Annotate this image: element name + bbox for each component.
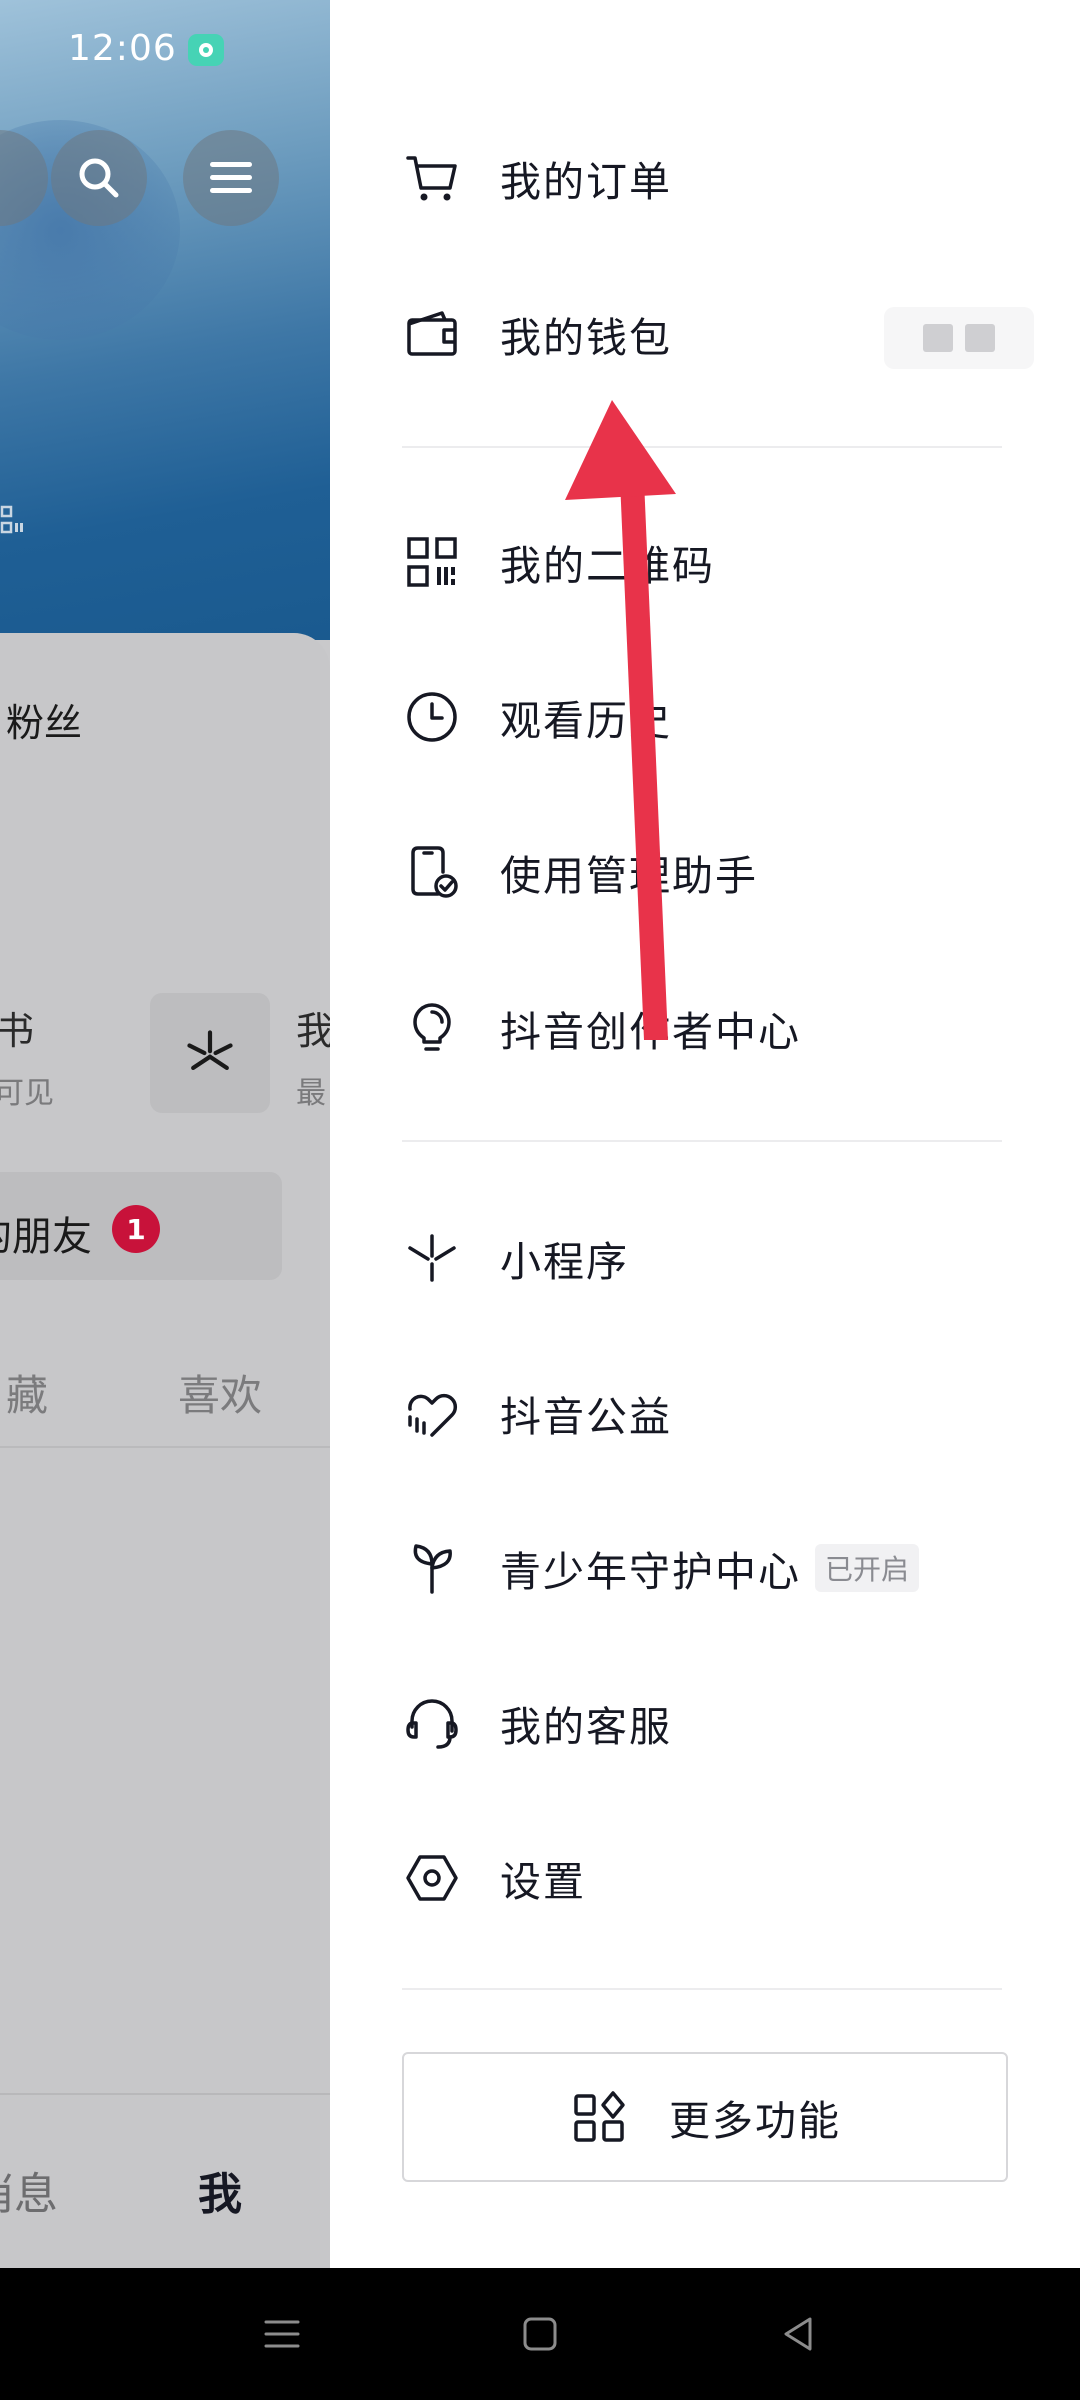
menu-label-settings: 设置: [500, 1858, 586, 1906]
search-icon: [79, 158, 119, 198]
side-drawer: 我的订单 我的钱包 我的二维码 观看历史 使用管理助手 抖音创作者中心 小程序 …: [330, 0, 1080, 2268]
hamburger-icon: [210, 162, 252, 193]
menu-label-watch-history: 观看历史: [500, 697, 672, 745]
tab-favorites[interactable]: 藏: [6, 1362, 48, 1423]
lightbulb-icon: [413, 1003, 451, 1051]
profile-cover-image: [0, 0, 330, 640]
menu-item-usage-assistant[interactable]: 使用管理助手: [402, 820, 1022, 924]
tab-likes[interactable]: 喜欢: [178, 1362, 262, 1423]
phone-check-icon: [411, 846, 458, 898]
profile-card: [0, 633, 330, 2268]
menu-item-settings[interactable]: 设置: [402, 1826, 1022, 1930]
system-navigation-bar: [0, 2268, 1080, 2400]
tile1-title: 书: [0, 1009, 35, 1053]
mini-program-tile[interactable]: [150, 993, 270, 1113]
search-button[interactable]: [51, 130, 147, 226]
tile2-title: 我: [296, 1009, 330, 1053]
bottom-tab-me[interactable]: 我: [198, 2158, 242, 2222]
nav-home-icon: [523, 2317, 557, 2351]
menu-item-watch-history[interactable]: 观看历史: [402, 665, 1022, 769]
nav-back-button[interactable]: [768, 2304, 828, 2364]
nav-home-button[interactable]: [510, 2304, 570, 2364]
mini-program-icon: [187, 1030, 233, 1071]
menu-item-my-orders[interactable]: 我的订单: [402, 126, 1022, 230]
tile1-subtitle: 可见: [0, 1076, 54, 1111]
divider-2: [402, 1140, 1002, 1142]
divider-1: [402, 446, 1002, 448]
youth-mode-status-tag: 已开启: [815, 1544, 920, 1592]
menu-item-creator-center[interactable]: 抖音创作者中心: [402, 976, 1022, 1080]
menu-item-mini-programs[interactable]: 小程序: [402, 1206, 1022, 1310]
wallet-icon: [407, 311, 457, 356]
menu-label-customer-service: 我的客服: [500, 1703, 672, 1751]
more-features-button[interactable]: 更多功能: [402, 2052, 1008, 2182]
menu-label-douyin-charity: 抖音公益: [500, 1393, 672, 1441]
friends-badge: 1: [112, 1205, 160, 1253]
more-features-label: 更多功能: [669, 2097, 841, 2145]
bottom-tab-divider: [0, 2093, 330, 2095]
menu-item-customer-service[interactable]: 我的客服: [402, 1671, 1022, 1775]
menu-item-douyin-charity[interactable]: 抖音公益: [402, 1361, 1022, 1465]
menu-label-youth-protection: 青少年守护中心: [500, 1548, 801, 1596]
clock-icon: [407, 692, 457, 742]
nav-back-icon: [784, 2317, 812, 2351]
wallet-balance-blurred: [884, 307, 1034, 369]
menu-label-my-qr-code: 我的二维码: [500, 542, 715, 590]
charity-heart-icon: [408, 1393, 458, 1437]
menu-item-youth-protection[interactable]: 青少年守护中心 已开启: [402, 1516, 1022, 1620]
tile2-subtitle: 最: [296, 1076, 326, 1111]
tab-divider: [0, 1446, 330, 1448]
cart-icon: [406, 156, 457, 201]
apps-grid-icon: [574, 2091, 625, 2142]
headset-icon: [406, 1699, 458, 1749]
profile-background: 12:06 粉丝 书 可见 我 最 朋友 1 藏 喜欢 息 我: [0, 0, 330, 2268]
qr-shortcut-icon[interactable]: [0, 505, 24, 537]
settings-hexagon-icon: [406, 1855, 458, 1901]
menu-label-my-orders: 我的订单: [500, 158, 672, 206]
menu-label-creator-center: 抖音创作者中心: [500, 1008, 801, 1056]
menu-label-usage-assistant: 使用管理助手: [500, 852, 758, 900]
fans-label[interactable]: 粉丝: [6, 692, 82, 747]
menu-label-mini-programs: 小程序: [500, 1238, 629, 1286]
bottom-tab-messages[interactable]: 消息: [0, 2158, 58, 2222]
nav-menu-icon: [264, 2320, 300, 2348]
status-time: 12:06: [68, 28, 177, 69]
menu-label-my-wallet: 我的钱包: [500, 314, 672, 362]
mini-program-icon: [408, 1234, 456, 1282]
friends-label: 的朋友: [0, 1214, 92, 1260]
divider-3: [402, 1988, 1002, 1990]
qr-code-icon: [407, 537, 457, 587]
menu-item-my-qr-code[interactable]: 我的二维码: [402, 510, 1022, 614]
sprout-icon: [413, 1544, 452, 1594]
menu-button[interactable]: [183, 130, 279, 226]
notification-app-icon: [188, 34, 224, 66]
nav-menu-button[interactable]: [252, 2304, 312, 2364]
